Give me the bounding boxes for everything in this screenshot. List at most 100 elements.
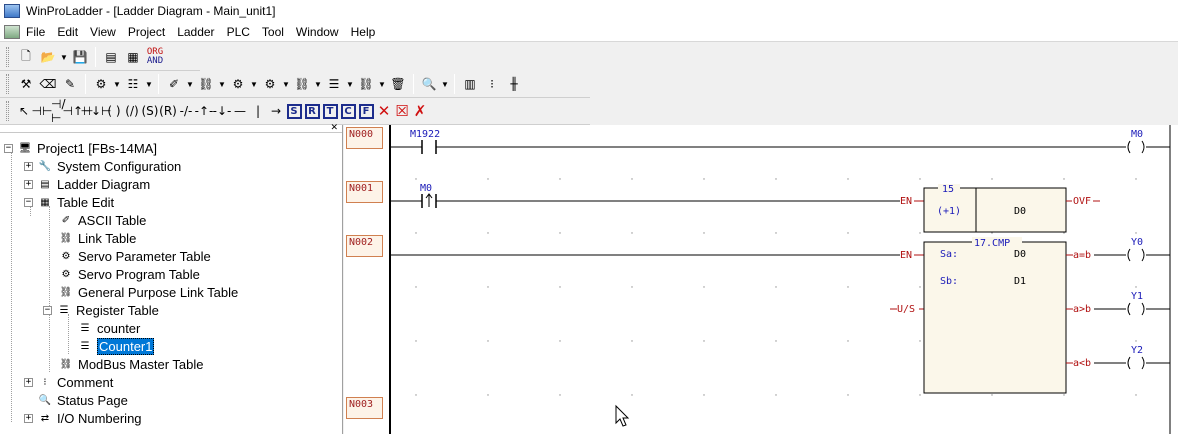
- tree-item-modbus-master-table[interactable]: ⛓ ModBus Master Table: [58, 355, 204, 373]
- new-file-icon[interactable]: 🗋: [15, 47, 37, 67]
- tree-item-project[interactable]: − 🖥 Project1 [FBs-14MA]: [4, 139, 157, 157]
- tree-item-comment[interactable]: + ⁝ Comment: [24, 373, 113, 391]
- menu-view[interactable]: View: [84, 22, 122, 42]
- tree-item-table-edit[interactable]: − ▦ Table Edit: [24, 193, 114, 211]
- register-dropdown-icon[interactable]: ▼: [345, 74, 355, 94]
- compile-icon[interactable]: ⚒: [15, 74, 37, 94]
- tree-item-io-numbering[interactable]: + ⇄ I/O Numbering: [24, 409, 142, 427]
- find-icon[interactable]: 🔍: [418, 74, 440, 94]
- servo-program-dropdown-icon[interactable]: ▼: [281, 74, 291, 94]
- register-table-icon[interactable]: ☰: [323, 74, 345, 94]
- servo-program-icon[interactable]: ⚙: [259, 74, 281, 94]
- arrow-line-icon[interactable]: →: [267, 101, 285, 121]
- menu-project[interactable]: Project: [122, 22, 171, 42]
- edit-icon[interactable]: ✎: [59, 74, 81, 94]
- falling-contact-icon[interactable]: ⊣↓⊢: [81, 101, 112, 121]
- menu-file[interactable]: File: [20, 22, 51, 42]
- tree-item-register-table[interactable]: − ☰ Register Table: [43, 301, 159, 319]
- counter-c-icon[interactable]: C: [339, 101, 357, 121]
- collapse-icon[interactable]: −: [4, 143, 13, 153]
- network-dropdown-icon[interactable]: ▼: [144, 74, 154, 94]
- down-pulse-icon[interactable]: -↓-: [213, 101, 232, 121]
- tree-item-counter1[interactable]: ☰ Counter1: [77, 337, 155, 355]
- step-s-icon[interactable]: S: [285, 101, 303, 121]
- servo-param-icon[interactable]: ⚙: [227, 74, 249, 94]
- timer-t-icon[interactable]: T: [321, 101, 339, 121]
- coil-icon[interactable]: ( ): [105, 101, 123, 121]
- up-pulse-icon[interactable]: -↑-: [195, 101, 214, 121]
- tree-item-general-purpose-link-table[interactable]: ⛓ General Purpose Link Table: [58, 283, 239, 301]
- link-dropdown-icon[interactable]: ▼: [217, 74, 227, 94]
- gp-link-dropdown-icon[interactable]: ▼: [313, 74, 323, 94]
- close-icon[interactable]: ✕: [330, 122, 338, 133]
- window-title: WinProLadder - [Ladder Diagram - Main_un…: [26, 4, 276, 18]
- horizontal-line-icon[interactable]: —: [231, 101, 249, 121]
- menu-plc[interactable]: PLC: [221, 22, 256, 42]
- toolbar-grip[interactable]: [6, 47, 9, 67]
- tree-item-system-configuration[interactable]: + 🔧 System Configuration: [24, 157, 181, 175]
- modbus-dropdown-icon[interactable]: ▼: [377, 74, 387, 94]
- tree-item-ascii-table[interactable]: ✐ ASCII Table: [58, 211, 147, 229]
- link-table-icon[interactable]: ⛓: [195, 74, 217, 94]
- delete-icon[interactable]: ✕: [375, 101, 393, 121]
- ascii-table-icon[interactable]: ✐: [163, 74, 185, 94]
- expand-icon[interactable]: +: [24, 179, 33, 189]
- open-dropdown-icon[interactable]: ▼: [59, 47, 69, 67]
- tree-item-ladder-diagram[interactable]: + ▤ Ladder Diagram: [24, 175, 150, 193]
- comment-icon[interactable]: ⁝: [481, 74, 503, 94]
- find-dropdown-icon[interactable]: ▼: [440, 74, 450, 94]
- save-icon[interactable]: 💾: [69, 47, 91, 67]
- rung-n002[interactable]: EN U/S 17.CMP Sa: D0 Sb: D1 a=b Y0 a>b Y…: [390, 237, 1170, 394]
- clear-icon[interactable]: 🗑: [387, 74, 409, 94]
- modbus-icon[interactable]: ⛓: [355, 74, 377, 94]
- expand-icon[interactable]: +: [24, 161, 33, 171]
- function-f-icon[interactable]: F: [357, 101, 375, 121]
- mdi-child-icon[interactable]: [4, 24, 20, 39]
- menu-tool[interactable]: Tool: [256, 22, 290, 42]
- ascii-dropdown-icon[interactable]: ▼: [185, 74, 195, 94]
- open-folder-icon[interactable]: 📂: [37, 47, 59, 67]
- tree-item-servo-program-table[interactable]: ⚙ Servo Program Table: [58, 265, 200, 283]
- rung-n001[interactable]: M0 EN 15 (+1) D0 OVF: [390, 183, 1100, 233]
- status-page-icon[interactable]: ▥: [459, 74, 481, 94]
- delete-boxed-icon[interactable]: ☒: [393, 101, 411, 121]
- menu-ladder[interactable]: Ladder: [171, 22, 220, 42]
- ladder-window-icon[interactable]: ▦: [122, 47, 144, 67]
- tree-item-servo-parameter-table[interactable]: ⚙ Servo Parameter Table: [58, 247, 211, 265]
- erase-icon[interactable]: ⌫: [37, 74, 59, 94]
- no-contact-icon[interactable]: ⊣⊢: [32, 101, 53, 121]
- monitor-dropdown-icon[interactable]: ▼: [112, 74, 122, 94]
- monitor-icon[interactable]: ⚙: [90, 74, 112, 94]
- tree-item-counter[interactable]: ☰ counter: [77, 319, 141, 337]
- io-numbering-icon[interactable]: ╫: [503, 74, 525, 94]
- set-coil-icon[interactable]: (S): [141, 101, 159, 121]
- toolbar-grip[interactable]: [6, 101, 9, 121]
- menu-edit[interactable]: Edit: [51, 22, 84, 42]
- vertical-line-icon[interactable]: |: [249, 101, 267, 121]
- pointer-icon[interactable]: ↖: [15, 101, 33, 121]
- org-and-icon[interactable]: ORG AND: [144, 47, 166, 67]
- inverse-coil-icon[interactable]: (/): [123, 101, 141, 121]
- function-block-cmp[interactable]: [923, 241, 1067, 394]
- collapse-icon[interactable]: −: [24, 197, 33, 207]
- project-window-icon[interactable]: ▤: [100, 47, 122, 67]
- expand-icon[interactable]: +: [24, 377, 33, 387]
- cmp-title: 17.CMP: [974, 238, 1010, 249]
- ladder-editor[interactable]: N000 N001 N002 N003 M1922 M0 M0 EN 15 (+…: [344, 125, 1178, 434]
- menu-window[interactable]: Window: [290, 22, 345, 42]
- gp-link-icon[interactable]: ⛓: [291, 74, 313, 94]
- relay-r-icon[interactable]: R: [303, 101, 321, 121]
- rung-n000[interactable]: M1922 M0: [390, 129, 1170, 154]
- tree-item-link-table[interactable]: ⛓ Link Table: [58, 229, 137, 247]
- reset-coil-icon[interactable]: (R): [159, 101, 177, 121]
- toolbar-grip[interactable]: [6, 74, 9, 94]
- collapse-icon[interactable]: −: [43, 305, 52, 315]
- network-icon[interactable]: ☷: [122, 74, 144, 94]
- servo-param-dropdown-icon[interactable]: ▼: [249, 74, 259, 94]
- tree-item-status-page[interactable]: 🔍 Status Page: [37, 391, 128, 409]
- invert-icon[interactable]: -/-: [177, 101, 195, 121]
- delete-vertical-icon[interactable]: ✗: [411, 101, 429, 121]
- expand-icon[interactable]: +: [24, 413, 33, 423]
- app-icon[interactable]: [4, 4, 20, 18]
- menu-help[interactable]: Help: [345, 22, 382, 42]
